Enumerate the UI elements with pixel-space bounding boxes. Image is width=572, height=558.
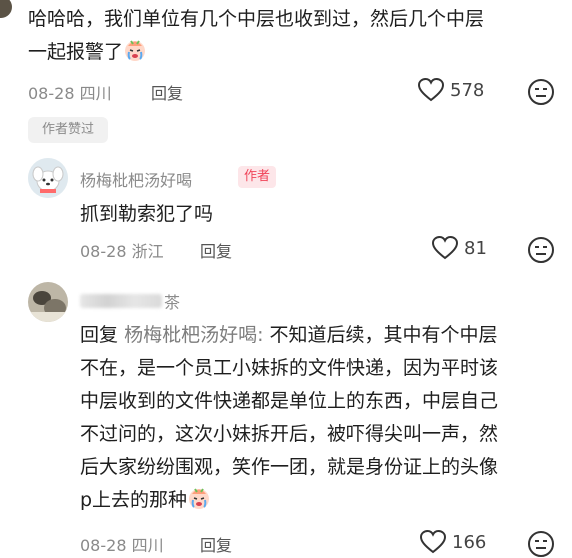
comment-location: 四川: [79, 84, 112, 103]
reply-prefix: 回复: [80, 324, 119, 346]
like-count: 578: [450, 79, 485, 101]
avatar[interactable]: [28, 282, 68, 322]
comment-date: 08-28: [28, 84, 75, 103]
like-button[interactable]: 81: [432, 236, 487, 260]
reply-target-name[interactable]: 杨梅枇杷汤好喝:: [124, 324, 263, 346]
comment-location: 四川: [131, 536, 164, 555]
comment-text-line: p上去的那种: [80, 489, 188, 511]
reply-button[interactable]: 回复: [151, 80, 183, 104]
comment-text-line: 哈哈哈，我们单位有几个中层也收到过，然后几个中层: [28, 8, 485, 30]
username[interactable]: 杨梅枇杷汤好喝: [80, 167, 192, 191]
comment-meta: 08-28 四川: [28, 80, 112, 104]
photo-avatar-icon: [28, 282, 68, 322]
username-visible-part: 茶: [164, 293, 181, 312]
comment-text: 回复 杨梅枇杷汤好喝: 不知道后续，其中有个中层 不在，是一个员工小妹拆的文件快…: [80, 319, 560, 517]
comment-text-line: 不在，是一个员工小妹拆的文件快递，因为平时该: [80, 357, 499, 379]
like-button[interactable]: 166: [420, 530, 486, 554]
comment-text: 抓到勒索犯了吗: [80, 203, 214, 225]
dislike-face-icon[interactable]: [527, 78, 555, 106]
like-button[interactable]: 578: [418, 78, 484, 102]
comment-text-line: 一起报警了: [28, 41, 124, 63]
comment-text-line: 后大家纷纷围观，笑作一团，就是身份证上的头像: [80, 456, 499, 478]
avatar[interactable]: [0, 0, 12, 18]
author-badge: 作者: [238, 166, 277, 188]
username[interactable]: 茶: [80, 289, 180, 313]
like-count: 81: [464, 237, 487, 259]
comment-location: 浙江: [131, 242, 164, 261]
comment-text: 哈哈哈，我们单位有几个中层也收到过，然后几个中层 一起报警了: [28, 3, 568, 69]
heart-icon: [420, 530, 446, 554]
dislike-face-icon[interactable]: [527, 530, 555, 558]
avatar[interactable]: [28, 158, 68, 198]
dislike-face-icon[interactable]: [527, 236, 555, 264]
crying-face-icon: [125, 40, 146, 61]
comment-text-line: 不过问的，这次小妹拆开后，被吓得尖叫一声，然: [80, 423, 499, 445]
comment-text-line: 回复 杨梅枇杷汤好喝: 不知道后续，其中有个中层: [80, 319, 560, 352]
comment-date: 08-28: [80, 536, 127, 555]
crying-face-icon: [189, 488, 210, 509]
heart-icon: [432, 236, 458, 260]
blurred-username: [80, 294, 162, 308]
author-liked-badge: 作者赞过: [28, 117, 108, 143]
dog-avatar-icon: [28, 158, 68, 198]
comment-text-line: 中层收到的文件快递都是单位上的东西，中层自己: [80, 390, 499, 412]
comment-meta: 08-28 浙江: [80, 238, 164, 262]
like-count: 166: [452, 531, 487, 553]
comment-date: 08-28: [80, 242, 127, 261]
reply-button[interactable]: 回复: [200, 532, 232, 556]
heart-icon: [418, 78, 444, 102]
reply-button[interactable]: 回复: [200, 238, 232, 262]
comment-text-segment: 不知道后续，其中有个中层: [263, 324, 498, 346]
comment-meta: 08-28 四川: [80, 532, 164, 556]
